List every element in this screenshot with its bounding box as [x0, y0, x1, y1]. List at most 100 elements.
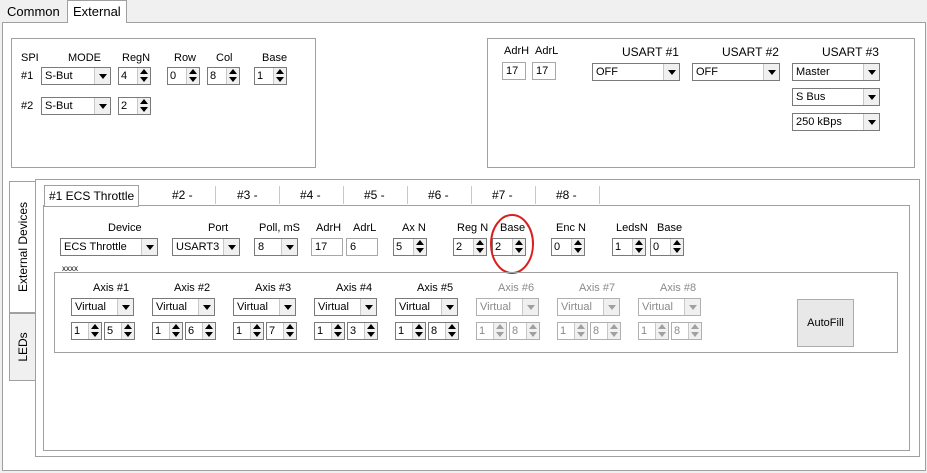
device-tab-7[interactable]: #7 - [492, 185, 513, 205]
axis-5-label: Axis #5 [417, 282, 454, 294]
subtab-divider [407, 186, 408, 204]
device-tab-8[interactable]: #8 - [556, 185, 577, 205]
chevron-down-icon [223, 239, 239, 255]
axis-5-type-select[interactable]: Virtual [395, 298, 458, 316]
device-adrh-field[interactable]: 17 [311, 238, 343, 256]
chevron-down-icon [279, 299, 295, 315]
chevron-down-icon [360, 299, 376, 315]
chevron-down-icon [763, 64, 779, 80]
device-adrl-field[interactable]: 6 [346, 238, 378, 256]
axis-2-a-spinner[interactable]: 1 [152, 322, 183, 340]
axis-6-b-spinner[interactable]: 8 [509, 322, 540, 340]
axis-8-b-spinner[interactable]: 8 [671, 322, 702, 340]
adrh-header: AdrH [504, 45, 530, 57]
subtab-divider [599, 186, 600, 204]
axis-3-a-spinner[interactable]: 1 [233, 322, 264, 340]
chevron-down-icon [94, 98, 110, 114]
axn-spinner[interactable]: 5 [393, 238, 427, 256]
axis-4-b-spinner[interactable]: 3 [347, 322, 378, 340]
chevron-down-icon [663, 64, 679, 80]
device-tab-3[interactable]: #3 - [237, 185, 258, 205]
spi1-regn-spinner[interactable]: 4 [118, 67, 151, 85]
device-tab-6[interactable]: #6 - [428, 185, 449, 205]
chevron-down-icon [603, 299, 619, 315]
tab-common[interactable]: Common [2, 3, 65, 21]
device-select[interactable]: ECS Throttle [60, 238, 158, 256]
ledsn-spinner[interactable]: 1 [612, 238, 646, 256]
tab-external[interactable]: External [67, 0, 127, 23]
subtab-divider [471, 186, 472, 204]
axis-8-a-spinner[interactable]: 1 [638, 322, 669, 340]
autofill-button[interactable]: AutoFill [797, 299, 854, 347]
axis-1-type-select[interactable]: Virtual [71, 298, 134, 316]
device-tab-2[interactable]: #2 - [172, 185, 193, 205]
device-tab-5[interactable]: #5 - [364, 185, 385, 205]
spi2-regn-spinner[interactable]: 2 [118, 97, 151, 115]
spin-arrows-icon [607, 323, 620, 339]
axis-7-b-spinner[interactable]: 8 [590, 322, 621, 340]
axis-5-a-spinner[interactable]: 1 [395, 322, 426, 340]
axis-3-type-select[interactable]: Virtual [233, 298, 296, 316]
axis-7-a-spinner[interactable]: 1 [557, 322, 588, 340]
spin-arrows-icon [571, 239, 584, 255]
spin-arrows-icon [273, 68, 286, 84]
usart3-header: USART #3 [822, 45, 879, 59]
spin-arrows-icon [632, 239, 645, 255]
axis-4-type-select[interactable]: Virtual [314, 298, 377, 316]
axis-7-type-select[interactable]: Virtual [557, 298, 620, 316]
spi1-mode-select[interactable]: S-But [41, 67, 111, 85]
spin-arrows-icon [331, 323, 344, 339]
axis-2-b-spinner[interactable]: 6 [185, 322, 216, 340]
usart2-select[interactable]: OFF [692, 63, 780, 81]
axis-8-label: Axis #8 [660, 282, 697, 294]
spin-arrows-icon [413, 239, 426, 255]
usart2-header: USART #2 [722, 45, 779, 59]
device-tab-4[interactable]: #4 - [300, 185, 321, 205]
axis-8-type-select[interactable]: Virtual [638, 298, 701, 316]
usart3-bus-select[interactable]: S Bus [792, 88, 880, 106]
spi2-mode-select[interactable]: S-But [41, 97, 111, 115]
spin-arrows-icon [364, 323, 377, 339]
spi1-col-spinner[interactable]: 8 [207, 67, 240, 85]
chevron-down-icon [117, 299, 133, 315]
spi1-label: #1 [21, 70, 34, 82]
axis-3-b-spinner[interactable]: 7 [266, 322, 297, 340]
encn-header: Enc N [556, 222, 586, 234]
axis-2-type-select[interactable]: Virtual [152, 298, 215, 316]
axis-6-type-select[interactable]: Virtual [476, 298, 539, 316]
axis-6-a-spinner[interactable]: 1 [476, 322, 507, 340]
chevron-down-icon [863, 89, 879, 105]
chevron-down-icon [281, 239, 297, 255]
usart-adrh-field[interactable]: 17 [502, 62, 526, 80]
encn-spinner[interactable]: 0 [551, 238, 585, 256]
device-tab-1[interactable]: #1 ECS Throttle [44, 185, 140, 207]
highlight-circle [490, 214, 534, 274]
device-header: Device [108, 222, 142, 234]
axis-5-b-spinner[interactable]: 8 [428, 322, 459, 340]
usart3-mode-select[interactable]: Master [792, 63, 880, 81]
axis-4-label: Axis #4 [336, 282, 373, 294]
device-regn-header: Reg N [457, 222, 489, 234]
chevron-down-icon [141, 239, 157, 255]
device-regn-spinner[interactable]: 2 [453, 238, 487, 256]
subtab-divider [215, 186, 216, 204]
chevron-down-icon [863, 64, 879, 80]
usart3-speed-select[interactable]: 250 kBps [792, 113, 880, 131]
spi1-base-spinner[interactable]: 1 [254, 67, 287, 85]
axis-3-label: Axis #3 [255, 282, 292, 294]
spin-arrows-icon [670, 239, 683, 255]
device-base2-spinner[interactable]: 0 [650, 238, 684, 256]
side-tab-leds[interactable]: LEDs [9, 313, 36, 381]
axis-4-a-spinner[interactable]: 1 [314, 322, 345, 340]
spi1-row-spinner[interactable]: 0 [167, 67, 200, 85]
spin-arrows-icon [137, 68, 150, 84]
port-select[interactable]: USART3 [172, 238, 240, 256]
poll-select[interactable]: 8 [254, 238, 298, 256]
side-tab-external-devices[interactable]: External Devices [9, 181, 36, 313]
spin-arrows-icon [688, 323, 701, 339]
mode-header: MODE [68, 52, 101, 64]
axis-1-a-spinner[interactable]: 1 [71, 322, 102, 340]
usart-adrl-field[interactable]: 17 [532, 62, 556, 80]
usart1-select[interactable]: OFF [592, 63, 680, 81]
axis-1-b-spinner[interactable]: 5 [104, 322, 135, 340]
